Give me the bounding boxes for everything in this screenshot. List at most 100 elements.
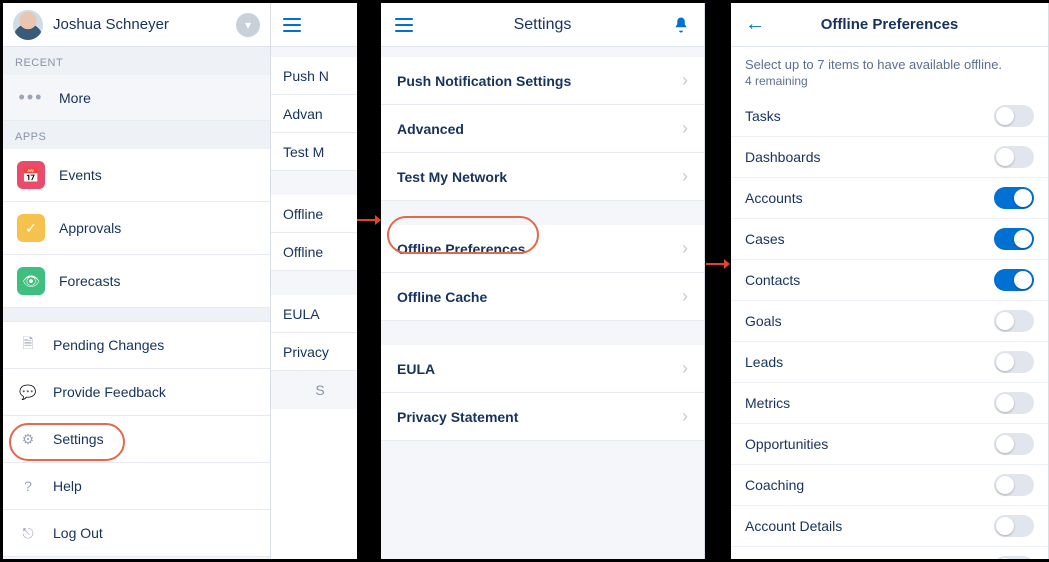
nav-provide-feedback[interactable]: 💬 Provide Feedback [3, 369, 270, 416]
peek-row[interactable]: Advan [271, 95, 357, 133]
label: Coaching [745, 477, 804, 493]
toggle[interactable] [994, 392, 1034, 414]
nav-app-events[interactable]: 📅Events [3, 149, 270, 202]
settings-row-eula[interactable]: EULA › [381, 345, 704, 393]
bell-icon[interactable] [672, 16, 690, 34]
settings-panel: Settings Push Notification Settings›Adva… [381, 3, 705, 559]
label: Offline Preferences [397, 241, 525, 257]
offline-item-metrics: Metrics [731, 383, 1048, 424]
settings-peek: Push NAdvanTest M OfflineOffline EULAPriva… [271, 3, 357, 559]
arrow-icon [706, 257, 728, 265]
settings-row-advanced[interactable]: Advanced › [381, 105, 704, 153]
label: Log Out [53, 525, 103, 541]
nav-more[interactable]: ••• More [3, 75, 270, 121]
nav-pending-changes[interactable]: 🗎 Pending Changes [3, 322, 270, 369]
app-icon: 👁 [17, 267, 45, 295]
settings-row-privacy-statement[interactable]: Privacy Statement › [381, 393, 704, 441]
menu-icon[interactable] [395, 18, 413, 32]
chevron-right-icon: › [682, 358, 688, 379]
offline-item-leads: Leads [731, 342, 1048, 383]
nav-settings[interactable]: ⚙ Settings [3, 416, 270, 463]
toggle[interactable] [994, 105, 1034, 127]
offline-prefs-header: ← Offline Preferences [731, 3, 1048, 47]
chevron-right-icon: › [682, 70, 688, 91]
offline-item-tasks: Tasks [731, 96, 1048, 137]
arrow-icon [357, 213, 379, 221]
chevron-right-icon: › [682, 118, 688, 139]
label: Goals [745, 313, 782, 329]
divider [3, 308, 270, 322]
toggle[interactable] [994, 310, 1034, 332]
chevron-down-icon[interactable]: ▾ [236, 13, 260, 37]
toggle[interactable] [994, 228, 1034, 250]
toggle[interactable] [994, 351, 1034, 373]
pending-changes-icon: 🗎 [17, 334, 39, 356]
label: Accounts [745, 190, 803, 206]
peek-row[interactable]: S [271, 371, 357, 409]
settings-row-test-my-network[interactable]: Test My Network › [381, 153, 704, 201]
label: Contacts [745, 272, 800, 288]
help-icon: ? [17, 475, 39, 497]
nav-help[interactable]: ? Help [3, 463, 270, 510]
peek-row[interactable]: Privacy [271, 333, 357, 371]
avatar [13, 10, 43, 40]
settings-icon: ⚙ [17, 428, 39, 450]
offline-item-account-details: Account Details [731, 506, 1048, 547]
offline-prefs-title: Offline Preferences [821, 16, 959, 33]
offline-item-coaching: Coaching [731, 465, 1048, 506]
back-arrow-icon[interactable]: ← [745, 13, 765, 36]
offline-item-account-feature-comments: Account Feature Comments [731, 547, 1048, 559]
label: Cases [745, 231, 785, 247]
peek-header [271, 3, 357, 47]
label: Pending Changes [53, 337, 164, 353]
offline-prefs-remaining: 4 remaining [731, 74, 1048, 96]
label: Provide Feedback [53, 384, 166, 400]
label: Settings [53, 431, 104, 447]
offline-item-goals: Goals [731, 301, 1048, 342]
label: EULA [397, 361, 435, 377]
toggle[interactable] [994, 433, 1034, 455]
label: Offline Cache [397, 289, 487, 305]
offline-prefs-panel: ← Offline Preferences Select up to 7 ite… [731, 3, 1049, 559]
label: Advanced [397, 121, 464, 137]
app-icon: ✓ [17, 214, 45, 242]
label: Test My Network [397, 169, 507, 185]
offline-item-contacts: Contacts [731, 260, 1048, 301]
label: Account Details [745, 518, 842, 534]
peek-row[interactable]: Test M [271, 133, 357, 171]
chevron-right-icon: › [682, 238, 688, 259]
nav-log-out[interactable]: ⎋Log Out [3, 510, 270, 557]
peek-row[interactable]: Offline [271, 195, 357, 233]
ellipsis-icon: ••• [17, 87, 45, 108]
label: Push Notification Settings [397, 73, 571, 89]
menu-icon[interactable] [283, 18, 301, 32]
nav-app-approvals[interactable]: ✓Approvals [3, 202, 270, 255]
offline-prefs-subtitle: Select up to 7 items to have available o… [731, 47, 1048, 74]
toggle[interactable] [994, 556, 1034, 559]
label: Forecasts [59, 273, 120, 289]
settings-row-offline-preferences[interactable]: Offline Preferences › [381, 225, 704, 273]
peek-row[interactable]: Push N [271, 57, 357, 95]
offline-item-cases: Cases [731, 219, 1048, 260]
toggle[interactable] [994, 146, 1034, 168]
toggle[interactable] [994, 187, 1034, 209]
chevron-right-icon: › [682, 406, 688, 427]
settings-row-push-notification-settings[interactable]: Push Notification Settings › [381, 57, 704, 105]
label: Metrics [745, 395, 790, 411]
toggle[interactable] [994, 515, 1034, 537]
toggle[interactable] [994, 269, 1034, 291]
label: Privacy Statement [397, 409, 518, 425]
user-header[interactable]: Joshua Schneyer ▾ [3, 3, 270, 47]
settings-row-offline-cache[interactable]: Offline Cache› [381, 273, 704, 321]
provide-feedback-icon: 💬 [17, 381, 39, 403]
label: Opportunities [745, 436, 828, 452]
offline-item-dashboards: Dashboards [731, 137, 1048, 178]
toggle[interactable] [994, 474, 1034, 496]
settings-title: Settings [514, 16, 572, 34]
peek-row[interactable]: EULA [271, 295, 357, 333]
label: Help [53, 478, 82, 494]
peek-row[interactable]: Offline [271, 233, 357, 271]
settings-header: Settings [381, 3, 704, 47]
nav-app-forecasts[interactable]: 👁 Forecasts [3, 255, 270, 308]
chevron-right-icon: › [682, 166, 688, 187]
